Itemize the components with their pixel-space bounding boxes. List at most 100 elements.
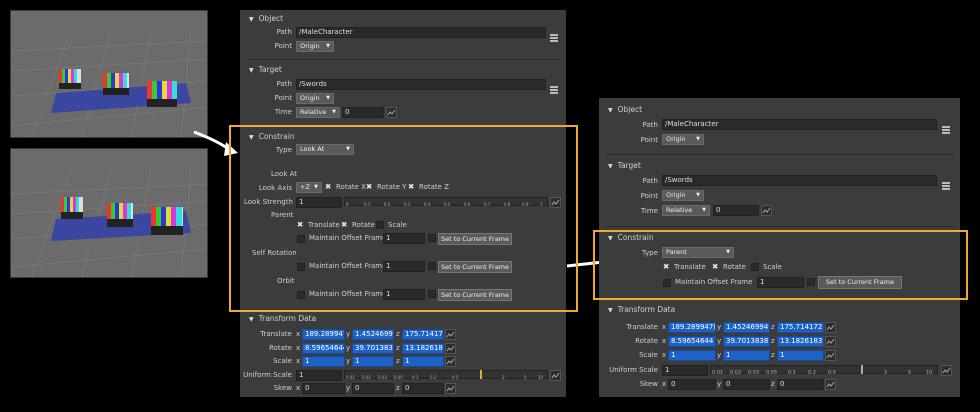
axis-x-label: x — [662, 323, 667, 331]
translate-y-field[interactable]: 1.45246994 — [723, 322, 770, 333]
scale-y-field[interactable]: 1 — [723, 350, 770, 361]
graph-icon[interactable] — [445, 329, 456, 340]
object-point-label: Point — [640, 136, 658, 144]
separator — [607, 154, 953, 155]
object-path-browse-icon[interactable] — [549, 28, 559, 42]
target-section-title[interactable]: Target — [608, 161, 641, 170]
target-path-browse-icon[interactable] — [549, 80, 559, 94]
uniform-scale-label: Uniform Scale — [243, 371, 292, 379]
scale-x-field[interactable]: 1 — [668, 350, 716, 361]
translate-z-field[interactable]: 175.714172: — [777, 322, 824, 333]
graph-icon[interactable] — [825, 322, 836, 333]
target-time-mode-value: Relative — [300, 108, 327, 116]
target-time-label: Time — [640, 207, 658, 215]
graph-icon[interactable] — [550, 370, 561, 381]
graph-icon[interactable] — [825, 350, 836, 361]
axis-z-label: z — [396, 330, 400, 338]
target-section-title[interactable]: Target — [249, 65, 282, 74]
rotate-x-field[interactable]: 8.59654644 — [302, 343, 345, 354]
rotate-z-field[interactable]: 13.1826183! — [777, 336, 824, 347]
skew-x-field[interactable]: 0 — [668, 379, 716, 390]
target-point-value: Origin — [666, 191, 686, 199]
axis-z-label: z — [771, 380, 775, 388]
scale-row-label: Scale — [273, 357, 292, 365]
graph-icon[interactable] — [825, 336, 836, 347]
transform-section-title[interactable]: Transform Data — [608, 305, 676, 314]
scale-row-label: Scale — [639, 351, 658, 359]
skew-y-field[interactable]: 0 — [723, 379, 770, 390]
target-path-label: Path — [642, 177, 658, 185]
object-path-field[interactable]: /MaleCharacter — [662, 119, 937, 130]
skew-z-field[interactable]: 0 — [777, 379, 824, 390]
target-point-select[interactable]: Origin ▼ — [296, 93, 334, 104]
rotate-y-field[interactable]: 39.7013838 — [352, 343, 394, 354]
target-time-field[interactable]: 0 — [342, 107, 384, 118]
scale-z-field[interactable]: 1 — [402, 356, 444, 367]
target-time-label: Time — [274, 108, 292, 116]
graph-icon[interactable] — [445, 383, 456, 394]
viewport-bottom-scene — [11, 149, 207, 277]
scale-z-field[interactable]: 1 — [777, 350, 824, 361]
chevron-down-icon: ▼ — [326, 95, 330, 101]
viewport-bottom[interactable] — [10, 148, 208, 278]
translate-y-field[interactable]: 1.45246994 — [352, 329, 394, 340]
axis-x-label: x — [296, 384, 301, 392]
target-time-mode-select[interactable]: Relative ▼ — [662, 205, 710, 216]
object-section-title[interactable]: Object — [249, 14, 283, 23]
chevron-down-icon: ▼ — [702, 207, 706, 213]
axis-x-label: x — [296, 357, 301, 365]
object-path-label: Path — [276, 28, 292, 36]
scale-y-field[interactable]: 1 — [352, 356, 394, 367]
target-time-field[interactable]: 0 — [713, 205, 759, 216]
rotate-y-field[interactable]: 39.7013838 — [723, 336, 770, 347]
graph-icon[interactable] — [445, 343, 456, 354]
graph-icon[interactable] — [825, 379, 836, 390]
target-point-label: Point — [640, 192, 658, 200]
object-path-browse-icon[interactable] — [941, 120, 951, 134]
uniform-scale-ticks: 0.01 0.02 0.03 0.05 0.1 0.2 0.5 1 2 5 10 — [712, 370, 933, 376]
axis-z-label: z — [771, 323, 775, 331]
translate-x-field[interactable]: 189.289947( — [668, 322, 716, 333]
rotate-x-field[interactable]: 8.59654644 — [668, 336, 716, 347]
axis-z-label: z — [771, 337, 775, 345]
viewport-top[interactable] — [10, 10, 208, 138]
uniform-scale-label: Uniform Scale — [609, 366, 658, 374]
graph-icon[interactable] — [761, 205, 772, 216]
rotate-z-field[interactable]: 13.1826183! — [402, 343, 444, 354]
skew-y-field[interactable]: 0 — [352, 383, 394, 394]
separator — [607, 226, 953, 227]
axis-y-label: y — [717, 337, 722, 345]
object-point-select[interactable]: Origin ▼ — [296, 41, 334, 52]
axis-x-label: x — [296, 330, 301, 338]
skew-x-field[interactable]: 0 — [302, 383, 345, 394]
uniform-scale-field[interactable]: 1 — [296, 370, 342, 381]
translate-row-label: Translate — [626, 323, 658, 331]
rotate-row-label: Rotate — [635, 337, 658, 345]
translate-row-label: Translate — [260, 330, 292, 338]
transform-section-title[interactable]: Transform Data — [249, 314, 317, 323]
translate-x-field[interactable]: 189.289947( — [302, 329, 345, 340]
uniform-scale-field[interactable]: 1 — [662, 365, 708, 376]
axis-x-label: x — [296, 344, 301, 352]
target-time-mode-value: Relative — [666, 206, 693, 214]
object-path-field[interactable]: /MaleCharacter — [296, 27, 546, 38]
target-path-field[interactable]: /Swords — [662, 175, 937, 186]
constrain-highlight-box — [593, 230, 968, 300]
rotate-row-label: Rotate — [269, 344, 292, 352]
graph-icon[interactable] — [445, 356, 456, 367]
chevron-down-icon: ▼ — [696, 136, 700, 142]
scale-x-field[interactable]: 1 — [302, 356, 345, 367]
axis-y-label: y — [346, 344, 351, 352]
axis-y-label: y — [717, 351, 722, 359]
graph-icon[interactable] — [386, 107, 397, 118]
axis-y-label: y — [346, 330, 351, 338]
target-path-browse-icon[interactable] — [941, 176, 951, 190]
target-path-field[interactable]: /Swords — [296, 79, 546, 90]
target-time-mode-select[interactable]: Relative ▼ — [296, 107, 340, 118]
graph-icon[interactable] — [941, 365, 952, 376]
skew-z-field[interactable]: 0 — [402, 383, 444, 394]
object-section-title[interactable]: Object — [608, 105, 642, 114]
object-point-select[interactable]: Origin ▼ — [662, 134, 704, 145]
translate-z-field[interactable]: 175.714172: — [402, 329, 444, 340]
target-point-select[interactable]: Origin ▼ — [662, 190, 704, 201]
